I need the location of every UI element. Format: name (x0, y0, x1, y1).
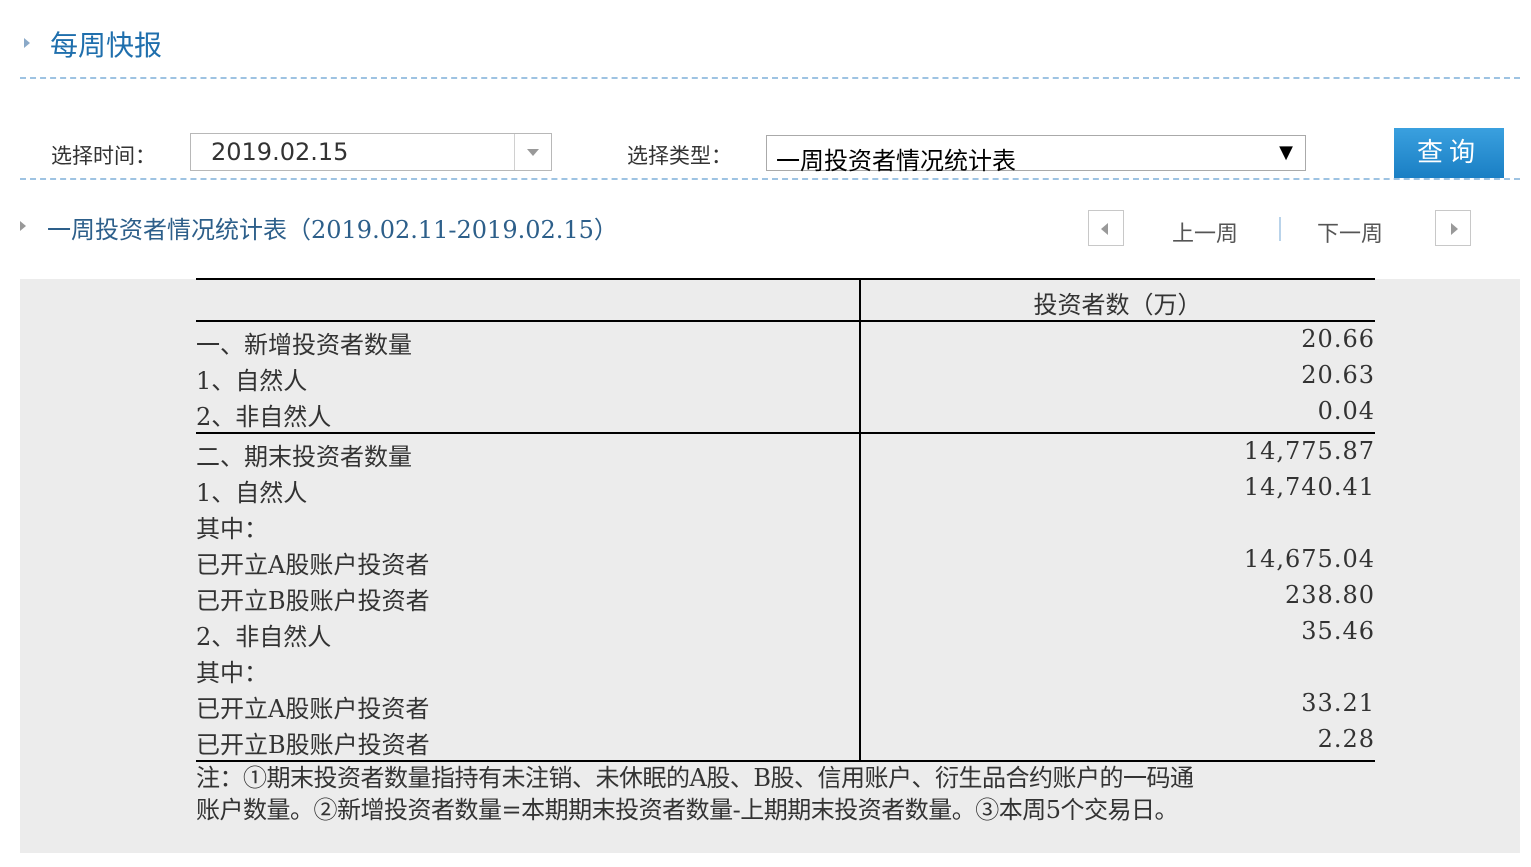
row-value: 2.28 (1317, 725, 1375, 753)
row-label: 其中： (196, 515, 268, 543)
next-week-link[interactable]: 下一周 (1317, 216, 1383, 248)
row-value: 20.66 (1301, 325, 1375, 353)
row-value: 0.04 (1317, 397, 1375, 425)
dropdown-arrow-icon: ▼ (1279, 142, 1293, 163)
prev-week-link[interactable]: 上一周 (1172, 216, 1238, 248)
row-value: 33.21 (1301, 689, 1375, 717)
table-top-border (196, 278, 1375, 280)
note-line-1: 注：①期末投资者数量指持有未注销、未休眠的A股、B股、信用账户、衍生品合约账户的… (196, 764, 1194, 792)
table-row: 2、非自然人 0.04 (196, 397, 1375, 433)
chevron-down-icon (527, 149, 539, 156)
row-value: 14,675.04 (1243, 545, 1375, 573)
divider (20, 77, 1520, 79)
row-label: 已开立B股账户投资者 (196, 587, 430, 615)
table-row: 其中： (196, 653, 1375, 689)
row-label: 2、非自然人 (196, 403, 332, 431)
prev-week-button[interactable] (1088, 210, 1124, 246)
column-header: 投资者数（万） (1033, 291, 1202, 319)
row-value: 14,775.87 (1243, 437, 1375, 465)
row-value: 35.46 (1301, 617, 1375, 645)
query-button[interactable]: 查询 (1394, 128, 1504, 178)
table-row: 已开立B股账户投资者 2.28 (196, 725, 1375, 761)
type-value: 一周投资者情况统计表 (776, 147, 1016, 175)
page-title: 每周快报 (50, 29, 163, 62)
report-title: 一周投资者情况统计表（2019.02.11-2019.02.15） (47, 216, 618, 244)
chevron-right-icon (1451, 223, 1458, 235)
date-dropdown-button[interactable] (514, 134, 551, 170)
type-select[interactable]: 一周投资者情况统计表 ▼ (766, 135, 1306, 175)
divider (20, 178, 1520, 180)
table-row: 二、期末投资者数量 14,775.87 (196, 437, 1375, 473)
table-row: 1、自然人 14,740.41 (196, 473, 1375, 509)
row-label: 一、新增投资者数量 (196, 331, 412, 359)
row-label: 二、期末投资者数量 (196, 443, 412, 471)
chevron-left-icon (1101, 223, 1108, 235)
row-label: 已开立A股账户投资者 (196, 695, 430, 723)
row-value: 20.63 (1301, 361, 1375, 389)
nav-separator (1279, 217, 1281, 241)
table-header-border (196, 320, 1375, 322)
table-row: 已开立A股账户投资者 14,675.04 (196, 545, 1375, 581)
table-row: 其中： (196, 509, 1375, 545)
table-row: 已开立B股账户投资者 238.80 (196, 581, 1375, 617)
row-label: 已开立A股账户投资者 (196, 551, 430, 579)
time-label: 选择时间： (51, 144, 156, 168)
date-value: 2019.02.15 (211, 138, 349, 166)
title-arrow-icon (24, 38, 30, 48)
type-label: 选择类型： (627, 144, 732, 168)
row-value: 14,740.41 (1243, 473, 1375, 501)
row-label: 2、非自然人 (196, 623, 332, 651)
table-row: 2、非自然人 35.46 (196, 617, 1375, 653)
row-label: 已开立B股账户投资者 (196, 731, 430, 759)
table-row: 1、自然人 20.63 (196, 361, 1375, 397)
row-label: 1、自然人 (196, 479, 308, 507)
subtitle-arrow-icon (20, 221, 26, 231)
row-label: 其中： (196, 659, 268, 687)
table-row: 一、新增投资者数量 20.66 (196, 325, 1375, 361)
row-label: 1、自然人 (196, 367, 308, 395)
row-value: 238.80 (1285, 581, 1375, 609)
table-row: 已开立A股账户投资者 33.21 (196, 689, 1375, 725)
next-week-button[interactable] (1435, 210, 1471, 246)
date-picker[interactable]: 2019.02.15 (190, 133, 552, 171)
note-line-2: 账户数量。②新增投资者数量=本期期末投资者数量-上期期末投资者数量。③本周5个交… (196, 796, 1179, 824)
